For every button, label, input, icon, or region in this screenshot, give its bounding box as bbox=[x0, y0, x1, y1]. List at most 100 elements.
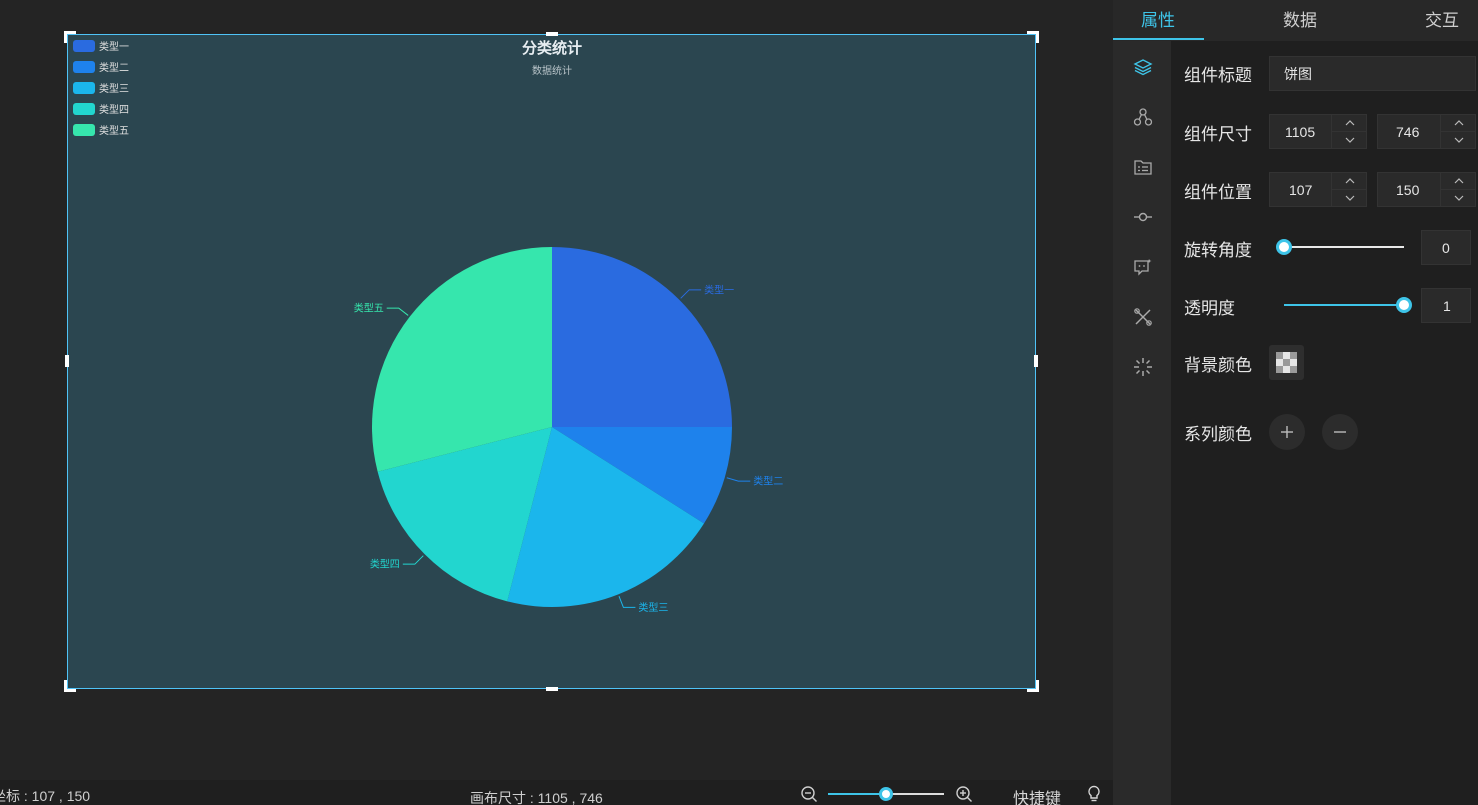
height-increment[interactable] bbox=[1441, 115, 1476, 132]
chevron-up-icon bbox=[1345, 119, 1354, 126]
label-leader-line bbox=[726, 477, 751, 482]
resize-handle-bottom[interactable] bbox=[546, 687, 558, 691]
layers-icon[interactable] bbox=[1133, 57, 1153, 77]
tab-properties[interactable]: 属性 bbox=[1141, 6, 1175, 31]
legend-swatch[interactable] bbox=[73, 82, 95, 94]
x-stepper[interactable]: 107 bbox=[1269, 172, 1367, 207]
chevron-up-icon bbox=[1454, 177, 1463, 184]
position-readout: 坐标 : 107 , 150 bbox=[0, 788, 91, 804]
list-icon[interactable] bbox=[1133, 157, 1153, 177]
lightbulb-icon[interactable] bbox=[1086, 785, 1102, 803]
zoom-in-icon[interactable] bbox=[955, 785, 973, 803]
tab-data[interactable]: 数据 bbox=[1283, 6, 1317, 31]
rotation-slider[interactable] bbox=[1276, 239, 1404, 255]
slice-label: 类型五 bbox=[354, 302, 384, 315]
resize-handle-top-left[interactable] bbox=[64, 31, 76, 43]
width-value: 1105 bbox=[1285, 123, 1316, 140]
y-decrement[interactable] bbox=[1441, 190, 1476, 207]
series-color-label: 系列颜色 bbox=[1184, 425, 1252, 444]
background-color-picker[interactable] bbox=[1269, 345, 1304, 380]
legend-label[interactable]: 类型一 bbox=[99, 40, 129, 53]
resize-handle-bottom-right[interactable] bbox=[1027, 680, 1039, 692]
pie-slices bbox=[372, 247, 732, 608]
legend-label[interactable]: 类型四 bbox=[99, 103, 129, 116]
legend-label[interactable]: 类型三 bbox=[99, 82, 129, 95]
pie-slice[interactable] bbox=[552, 247, 732, 427]
zoom-slider[interactable] bbox=[828, 787, 944, 801]
legend-swatch[interactable] bbox=[73, 40, 95, 52]
slice-label: 类型二 bbox=[753, 475, 783, 488]
resize-handle-top[interactable] bbox=[546, 32, 558, 36]
pie-chart-component[interactable]: 类型一 类型二 类型三 类型四 类型五 分类统计 数据统计 类型一 类型二 类型三 类型四 类型… bbox=[64, 31, 1039, 692]
transparent-swatch-icon bbox=[1276, 352, 1297, 373]
resize-handle-bottom-left[interactable] bbox=[64, 680, 76, 692]
width-stepper[interactable]: 1105 bbox=[1269, 114, 1367, 149]
height-stepper[interactable]: 746 bbox=[1377, 114, 1476, 149]
label-leader-line bbox=[402, 555, 424, 565]
pie-chart: 类型一类型二类型三类型四类型五 分类统计 数据统计 类型一类型二类型三类型四类型… bbox=[73, 39, 783, 614]
legend-label[interactable]: 类型五 bbox=[99, 124, 129, 137]
y-increment[interactable] bbox=[1441, 173, 1476, 190]
x-value: 107 bbox=[1289, 181, 1313, 198]
legend-label[interactable]: 类型二 bbox=[99, 61, 129, 74]
rotation-value: 0 bbox=[1442, 239, 1450, 256]
x-decrement[interactable] bbox=[1332, 190, 1367, 207]
editor-canvas[interactable]: 类型一 类型二 类型三 类型四 类型五 分类统计 数据统计 类型一 类型二 类型三 类型四 类型… bbox=[0, 0, 1113, 780]
status-bar: 坐标 : 107 , 150 画布尺寸 : 1105 , 746 快捷键 bbox=[0, 780, 1113, 805]
resize-handle-left[interactable] bbox=[65, 355, 69, 367]
opacity-slider[interactable] bbox=[1284, 297, 1412, 313]
minus-icon bbox=[1334, 431, 1346, 433]
rotation-slider-thumb[interactable] bbox=[1276, 239, 1292, 255]
slice-label: 类型四 bbox=[370, 558, 400, 571]
chevron-down-icon bbox=[1345, 195, 1354, 201]
opacity-label: 透明度 bbox=[1184, 299, 1235, 318]
width-decrement[interactable] bbox=[1332, 132, 1367, 149]
chevron-down-icon bbox=[1345, 137, 1354, 143]
legend-swatch[interactable] bbox=[73, 103, 95, 115]
chart-legend: 类型一类型二类型三类型四类型五 bbox=[73, 40, 129, 137]
rotation-input[interactable]: 0 bbox=[1421, 230, 1471, 265]
nodes-icon[interactable] bbox=[1133, 107, 1153, 127]
canvas-size-readout: 画布尺寸 : 1105 , 746 bbox=[470, 790, 603, 805]
zoom-slider-thumb[interactable] bbox=[879, 787, 893, 801]
add-series-color-button[interactable] bbox=[1269, 414, 1305, 450]
property-panel: 属性 数据 交互 组件标题 饼图 组件尺寸 1105 746 组件位置 107 … bbox=[1113, 0, 1478, 805]
spark-icon[interactable] bbox=[1133, 357, 1153, 377]
shortcut-button[interactable]: 快捷键 bbox=[1013, 785, 1061, 805]
height-decrement[interactable] bbox=[1441, 132, 1476, 149]
active-tab-indicator bbox=[1113, 38, 1204, 40]
y-stepper[interactable]: 150 bbox=[1377, 172, 1476, 207]
legend-swatch[interactable] bbox=[73, 61, 95, 73]
size-label: 组件尺寸 bbox=[1184, 125, 1252, 144]
link-icon[interactable] bbox=[1133, 207, 1153, 227]
message-icon[interactable] bbox=[1133, 257, 1153, 277]
zoom-out-icon[interactable] bbox=[800, 785, 818, 803]
chevron-up-icon bbox=[1454, 119, 1463, 126]
slice-label: 类型三 bbox=[638, 601, 668, 614]
label-leader-line bbox=[680, 289, 702, 299]
resize-handle-right[interactable] bbox=[1034, 355, 1038, 367]
chevron-down-icon bbox=[1454, 195, 1463, 201]
width-increment[interactable] bbox=[1332, 115, 1367, 132]
remove-series-color-button[interactable] bbox=[1322, 414, 1358, 450]
opacity-slider-thumb[interactable] bbox=[1396, 297, 1412, 313]
opacity-slider-fill bbox=[1284, 304, 1404, 306]
y-stepper-controls bbox=[1440, 173, 1476, 207]
x-stepper-controls bbox=[1331, 173, 1367, 207]
height-stepper-controls bbox=[1440, 115, 1476, 149]
tools-icon[interactable] bbox=[1133, 307, 1153, 327]
x-increment[interactable] bbox=[1332, 173, 1367, 190]
title-input[interactable]: 饼图 bbox=[1269, 56, 1476, 91]
icon-rail bbox=[1113, 41, 1171, 805]
tab-interaction[interactable]: 交互 bbox=[1425, 6, 1459, 31]
slice-label: 类型一 bbox=[704, 283, 734, 296]
zoom-slider-fill bbox=[828, 793, 886, 795]
y-value: 150 bbox=[1396, 181, 1420, 198]
title-label: 组件标题 bbox=[1184, 66, 1252, 85]
opacity-input[interactable]: 1 bbox=[1421, 288, 1471, 323]
resize-handle-top-right[interactable] bbox=[1027, 31, 1039, 43]
legend-swatch[interactable] bbox=[73, 124, 95, 136]
chart-subtitle: 数据统计 bbox=[532, 64, 572, 77]
chevron-down-icon bbox=[1454, 137, 1463, 143]
panel-tabs: 属性 数据 交互 bbox=[1113, 0, 1478, 41]
